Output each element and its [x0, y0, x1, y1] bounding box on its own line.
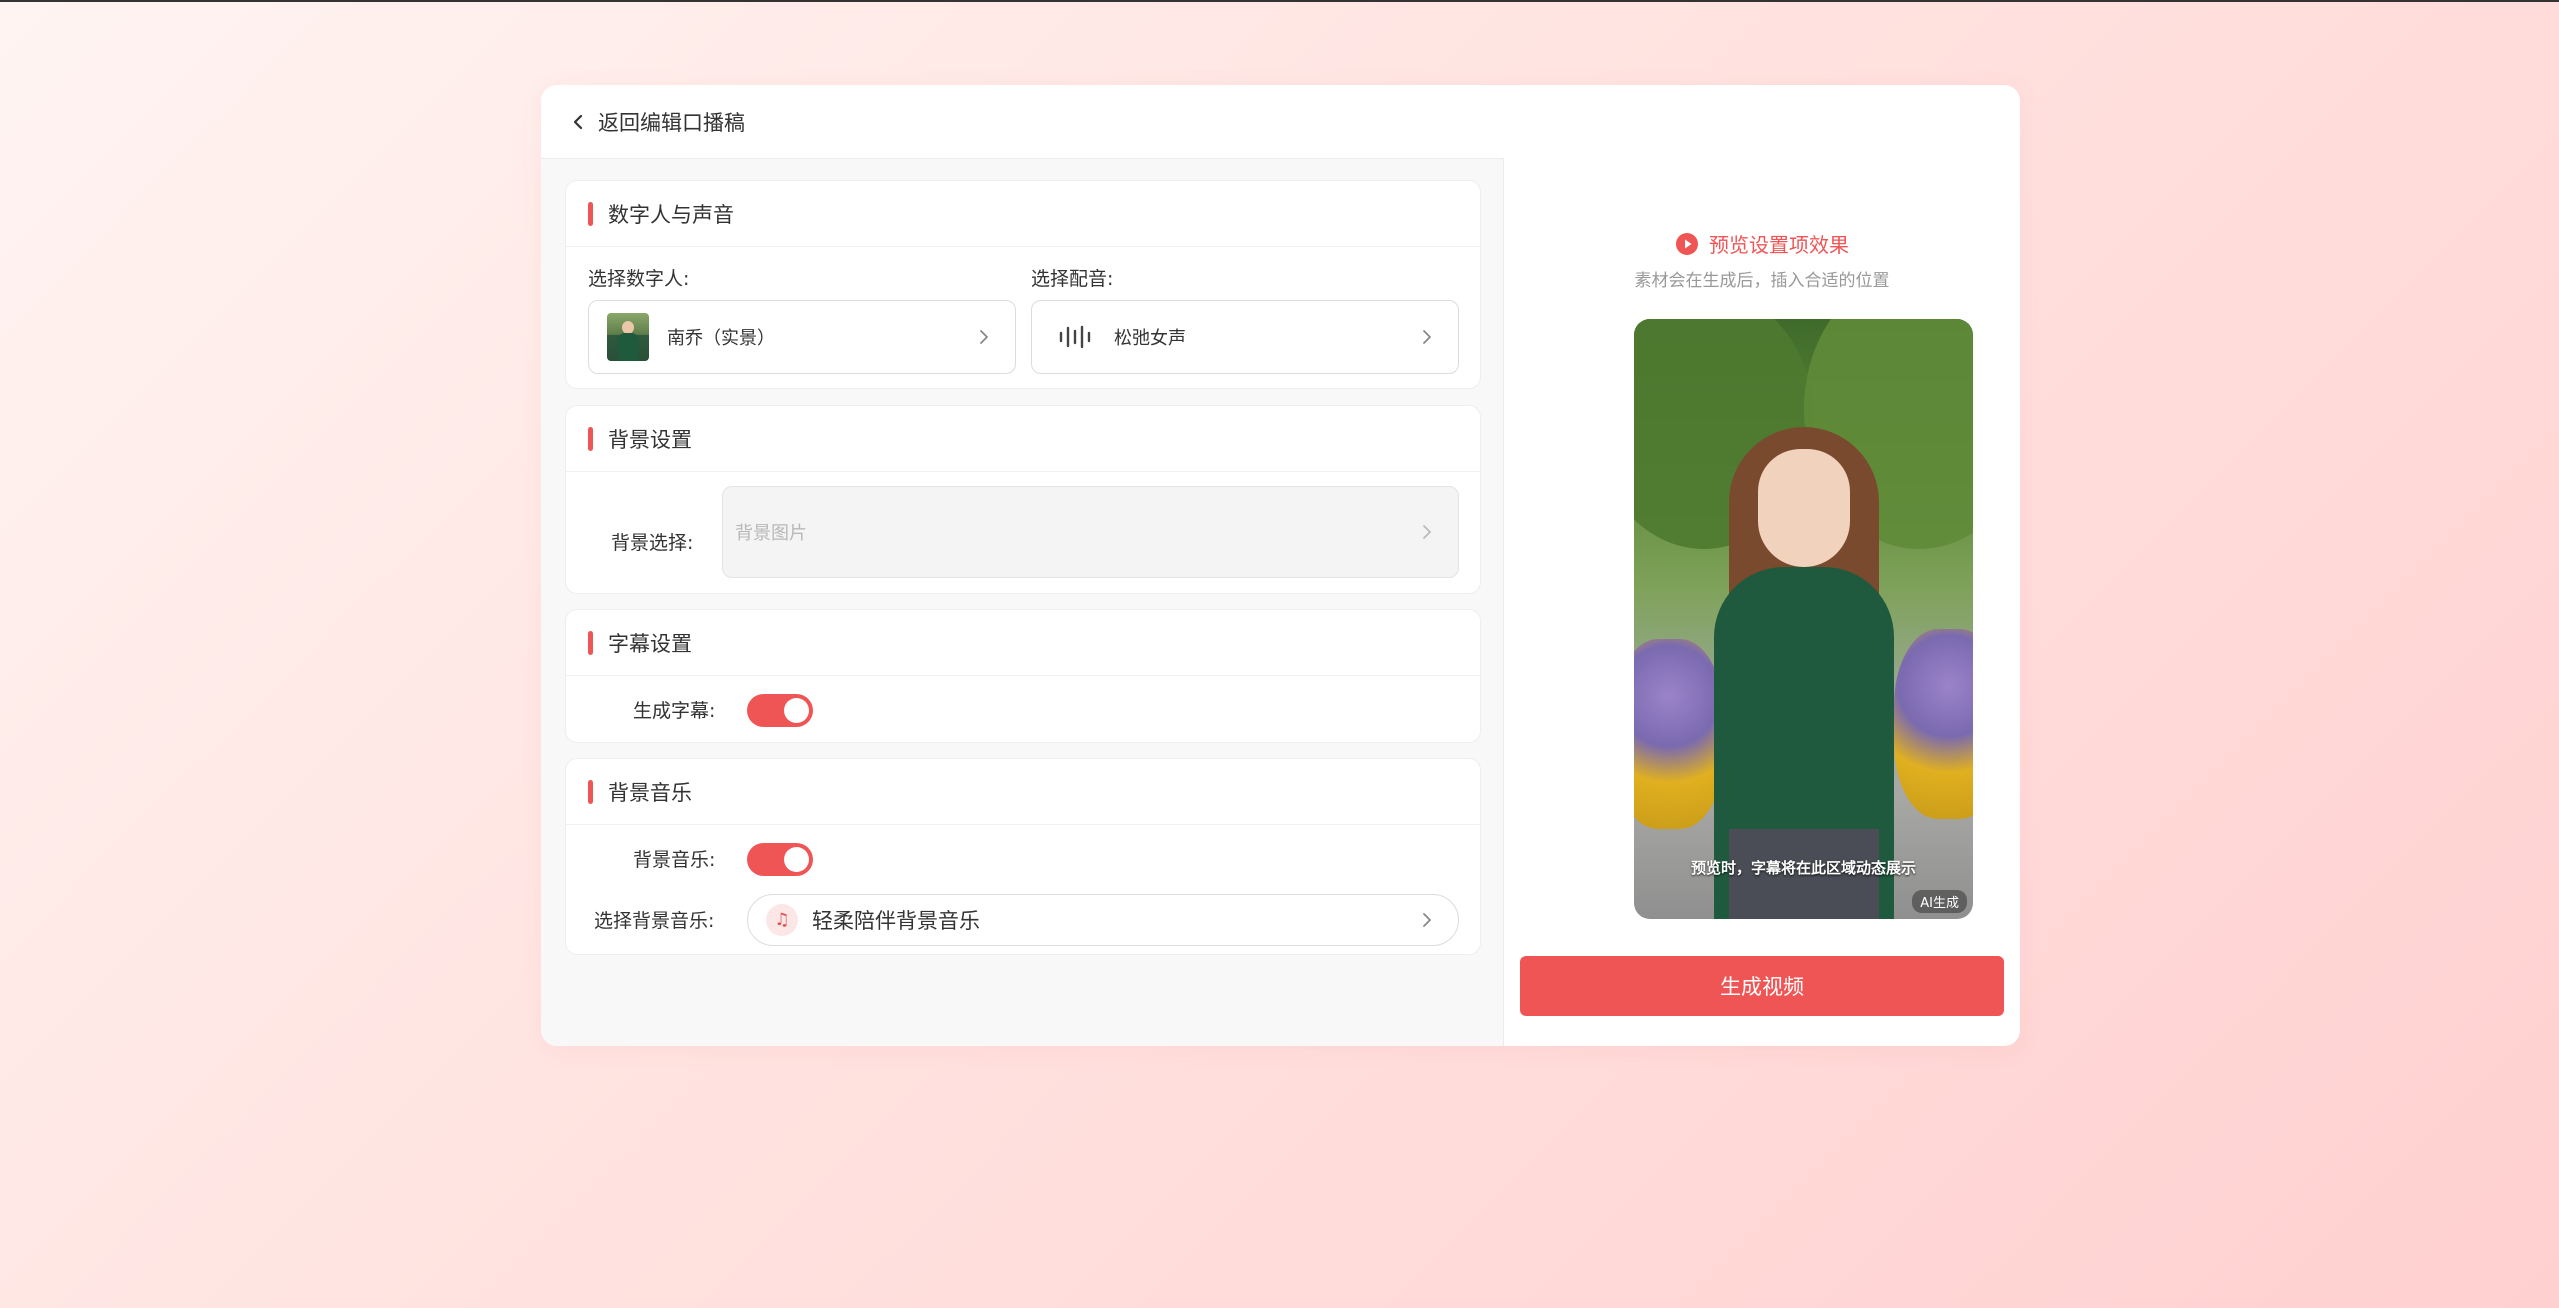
- video-preview: 预览时，字幕将在此区域动态展示 AI生成: [1634, 319, 1973, 919]
- back-label: 返回编辑口播稿: [598, 110, 745, 135]
- music-value: 轻柔陪伴背景音乐: [812, 909, 980, 933]
- section-title: 背景音乐: [608, 780, 692, 805]
- preview-title-text: 预览设置项效果: [1709, 233, 1849, 257]
- music-toggle-label: 背景音乐:: [633, 849, 716, 871]
- section-header: 字幕设置: [566, 610, 1480, 676]
- subtitle-caption: 预览时，字幕将在此区域动态展示: [1690, 859, 1916, 877]
- music-selector[interactable]: ♫ 轻柔陪伴背景音乐: [747, 894, 1459, 946]
- avatar-selector[interactable]: 南乔（实景）: [588, 300, 1016, 374]
- section-title: 字幕设置: [608, 631, 692, 656]
- section-title: 背景设置: [608, 427, 692, 452]
- toggle-knob: [784, 698, 809, 723]
- preview-title: 预览设置项效果: [1504, 229, 2020, 258]
- music-toggle[interactable]: [747, 843, 813, 876]
- avatar-label: 选择数字人:: [588, 268, 690, 290]
- avatar-thumbnail: [607, 313, 649, 361]
- toggle-knob: [784, 847, 809, 872]
- settings-panel: 返回编辑口播稿 数字人与声音 选择数字人: 选择配音: 南乔（实景） 松弛女声 …: [541, 85, 1504, 1046]
- subtitle-toggle[interactable]: [747, 694, 813, 727]
- accent-bar: [588, 201, 593, 226]
- avatar-face: [1758, 449, 1850, 567]
- music-section: 背景音乐 背景音乐: 选择背景音乐: ♫ 轻柔陪伴背景音乐: [565, 758, 1481, 955]
- settings-card: 返回编辑口播稿 数字人与声音 选择数字人: 选择配音: 南乔（实景） 松弛女声 …: [541, 85, 2020, 1046]
- section-header: 背景设置: [566, 406, 1480, 472]
- voice-value: 松弛女声: [1114, 328, 1186, 349]
- preview-subtitle: 素材会在生成后，插入合适的位置: [1634, 271, 1890, 291]
- chevron-right-icon: [1423, 330, 1431, 344]
- section-title: 数字人与声音: [608, 202, 734, 227]
- accent-bar: [588, 630, 593, 655]
- music-note-icon: ♫: [766, 904, 798, 936]
- accent-bar: [588, 426, 593, 451]
- voice-selector[interactable]: 松弛女声: [1031, 300, 1459, 374]
- avatar-voice-section: 数字人与声音 选择数字人: 选择配音: 南乔（实景） 松弛女声: [565, 180, 1481, 389]
- background-label: 背景选择:: [611, 532, 694, 554]
- ai-generated-badge: AI生成: [1912, 890, 1967, 913]
- chevron-right-icon: [1423, 525, 1431, 539]
- subtitle-label: 生成字幕:: [633, 700, 716, 722]
- background-placeholder: 背景图片: [735, 523, 807, 544]
- accent-bar: [588, 779, 593, 804]
- subtitle-section: 字幕设置 生成字幕:: [565, 609, 1481, 743]
- chevron-right-icon: [1423, 913, 1431, 927]
- voice-label: 选择配音:: [1031, 268, 1114, 290]
- preview-panel: 预览设置项效果 素材会在生成后，插入合适的位置 预览时，字幕将在此区域动态展示 …: [1504, 85, 2020, 1046]
- background-image-selector[interactable]: 背景图片: [722, 486, 1459, 578]
- play-circle-icon: [1676, 232, 1698, 255]
- generate-video-button[interactable]: 生成视频: [1520, 956, 2004, 1016]
- waveform-icon: [1059, 325, 1091, 349]
- music-select-label: 选择背景音乐:: [594, 910, 715, 932]
- back-to-script-button[interactable]: 返回编辑口播稿: [541, 85, 1504, 159]
- avatar-value: 南乔（实景）: [667, 328, 775, 349]
- section-header: 背景音乐: [566, 759, 1480, 825]
- chevron-right-icon: [980, 330, 988, 344]
- scene-flowers: [1634, 639, 1724, 829]
- chevron-left-icon: [573, 114, 583, 129]
- top-border: [0, 0, 2559, 2]
- scene-flowers: [1894, 629, 1973, 819]
- background-section: 背景设置 背景选择: 背景图片: [565, 405, 1481, 594]
- section-header: 数字人与声音: [566, 181, 1480, 247]
